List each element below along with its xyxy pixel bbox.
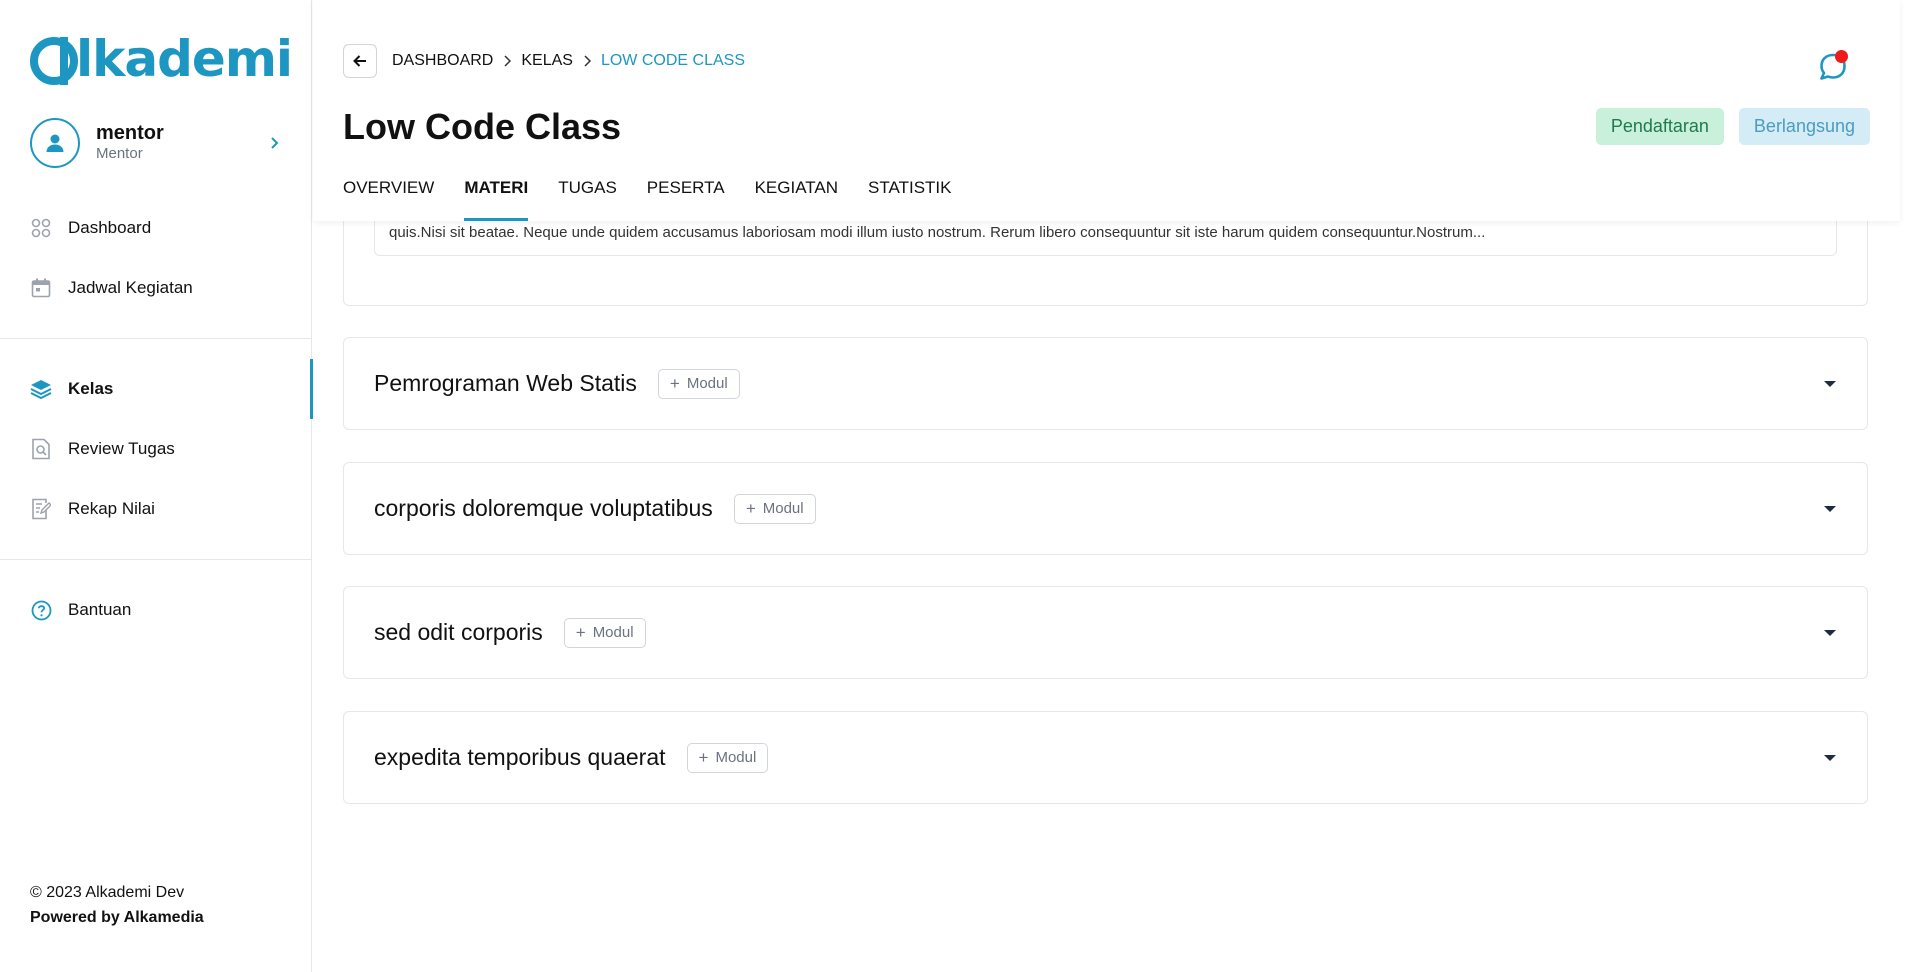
sidebar: lkademi mentor Mentor Dashboard Jadwal K… — [0, 0, 313, 972]
caret-down-icon[interactable] — [1823, 380, 1837, 388]
logo-a-icon — [30, 31, 78, 87]
chevron-right-icon — [573, 55, 601, 67]
caret-down-icon[interactable] — [1823, 629, 1837, 637]
sidebar-divider — [0, 338, 312, 339]
back-button[interactable] — [343, 44, 377, 78]
sidebar-item-bantuan[interactable]: Bantuan — [0, 580, 312, 640]
section-title: expedita temporibus quaerat — [374, 744, 666, 770]
plus-icon: + — [669, 373, 680, 393]
page-header: DASHBOARD KELAS LOW CODE CLASS Low Code … — [313, 0, 1900, 221]
sidebar-item-label: Jadwal Kegiatan — [68, 278, 193, 297]
sidebar-item-label: Dashboard — [68, 218, 152, 237]
alkademi-logo[interactable]: lkademi — [30, 30, 293, 88]
user-profile[interactable]: mentor Mentor — [30, 118, 282, 168]
add-modul-button[interactable]: + Modul — [563, 617, 646, 648]
tab-materi[interactable]: MATERI — [464, 175, 528, 221]
powered-by-text: Powered by Alkamedia — [30, 909, 204, 926]
notification-dot — [1835, 50, 1848, 63]
tab-overview[interactable]: OVERVIEW — [343, 175, 434, 221]
add-modul-button[interactable]: + Modul — [686, 742, 769, 773]
sidebar-item-label: Rekap Nilai — [68, 499, 155, 518]
sidebar-item-label: Kelas — [68, 379, 114, 398]
breadcrumb-current: LOW CODE CLASS — [600, 52, 745, 69]
sidebar-item-label: Review Tugas — [68, 439, 175, 458]
user-icon — [46, 134, 64, 152]
sidebar-item-dashboard[interactable]: Dashboard — [0, 198, 312, 258]
logo-text: lkademi — [76, 30, 293, 88]
arrow-left-icon — [353, 55, 366, 67]
sidebar-item-review-tugas[interactable]: Review Tugas — [0, 419, 312, 479]
section-card[interactable]: corporis doloremque voluptatibus + Modul — [343, 462, 1868, 555]
help-circle-icon — [30, 599, 52, 621]
class-tabs: OVERVIEW MATERI TUGAS PESERTA KEGIATAN S… — [343, 175, 981, 221]
status-badge-berlangsung: Berlangsung — [1738, 108, 1870, 145]
avatar — [30, 118, 80, 168]
sidebar-divider — [0, 559, 312, 560]
caret-down-icon[interactable] — [1823, 505, 1837, 513]
section-title: sed odit corporis — [374, 619, 543, 645]
section-card[interactable]: expedita temporibus quaerat + Modul — [343, 711, 1868, 804]
page-title: Low Code Class — [343, 106, 622, 147]
add-modul-label: Modul — [762, 500, 804, 517]
user-role: Mentor — [96, 145, 143, 162]
section-card[interactable]: sed odit corporis + Modul — [343, 586, 1868, 679]
section-card[interactable]: Pemrograman Web Statis + Modul — [343, 337, 1868, 430]
add-modul-label: Modul — [592, 624, 634, 641]
layers-icon — [30, 378, 52, 400]
plus-icon: + — [698, 747, 709, 767]
sidebar-item-jadwal-kegiatan[interactable]: Jadwal Kegiatan — [0, 258, 312, 318]
status-badge-pendaftaran: Pendaftaran — [1595, 108, 1724, 145]
edit-document-icon — [30, 498, 52, 520]
sidebar-item-rekap-nilai[interactable]: Rekap Nilai — [0, 479, 312, 539]
sidebar-footer: © 2023 Alkademi Dev Powered by Alkamedia — [30, 880, 204, 930]
chat-notification-button[interactable] — [1818, 50, 1848, 82]
plus-icon: + — [575, 622, 586, 642]
breadcrumb: DASHBOARD KELAS LOW CODE CLASS — [392, 50, 745, 72]
add-modul-label: Modul — [715, 749, 757, 766]
chevron-right-icon — [493, 55, 521, 67]
grid-icon — [30, 217, 52, 239]
caret-down-icon[interactable] — [1823, 754, 1837, 762]
sidebar-item-kelas[interactable]: Kelas — [0, 359, 313, 419]
tab-peserta[interactable]: PESERTA — [647, 175, 725, 221]
copyright-text: © 2023 Alkademi Dev — [30, 884, 185, 901]
section-title: corporis doloremque voluptatibus — [374, 495, 713, 521]
add-modul-button[interactable]: + Modul — [657, 368, 740, 399]
sidebar-item-label: Bantuan — [68, 600, 132, 619]
nav-help: Bantuan — [0, 580, 312, 640]
plus-icon: + — [745, 498, 756, 518]
nav-top: Dashboard Jadwal Kegiatan — [0, 198, 312, 318]
add-modul-label: Modul — [686, 375, 728, 392]
calendar-icon — [30, 277, 52, 299]
tab-tugas[interactable]: TUGAS — [558, 175, 617, 221]
add-modul-button[interactable]: + Modul — [733, 493, 816, 524]
status-badges: Pendaftaran Berlangsung — [1595, 108, 1870, 145]
nav-main: Kelas Review Tugas Rekap Nilai — [0, 359, 313, 539]
main-area: quis.Nisi sit beatae. Neque unde quidem … — [313, 0, 1920, 972]
section-title: Pemrograman Web Statis — [374, 370, 637, 396]
tab-kegiatan[interactable]: KEGIATAN — [755, 175, 838, 221]
user-name: mentor — [96, 122, 164, 144]
breadcrumb-dashboard[interactable]: DASHBOARD — [392, 52, 493, 70]
tab-statistik[interactable]: STATISTIK — [868, 175, 951, 221]
chevron-right-icon — [271, 137, 279, 149]
search-document-icon — [30, 438, 52, 460]
breadcrumb-kelas[interactable]: KELAS — [521, 52, 573, 70]
